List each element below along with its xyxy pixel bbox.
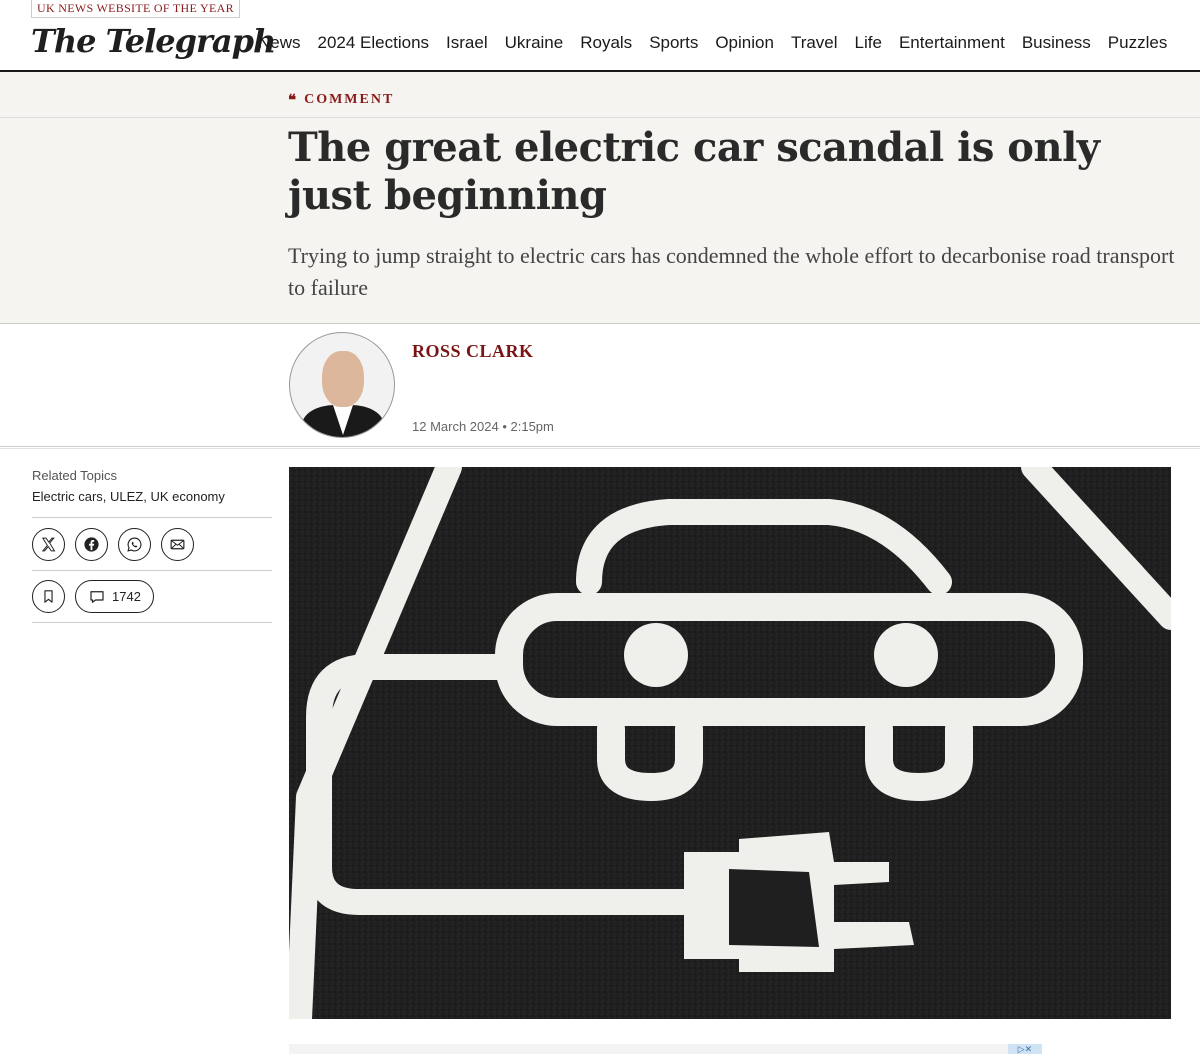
article-hero-image (289, 467, 1171, 1019)
divider (32, 570, 272, 571)
share-whatsapp-button[interactable] (118, 528, 151, 561)
avatar-face (322, 351, 364, 407)
article-headline: The great electric car scandal is only j… (288, 124, 1100, 219)
ev-parking-marking-image (289, 467, 1171, 1019)
share-x-button[interactable] (32, 528, 65, 561)
nav-item-business[interactable]: Business (1022, 33, 1091, 53)
ad-choices-icon[interactable]: ▷✕ (1008, 1044, 1042, 1054)
article-actions: 1742 (32, 580, 154, 613)
author-name[interactable]: ROSS CLARK (412, 341, 534, 362)
share-facebook-button[interactable] (75, 528, 108, 561)
quote-icon: ❝ (288, 91, 297, 109)
save-article-button[interactable] (32, 580, 65, 613)
site-header: UK NEWS WEBSITE OF THE YEAR The Telegrap… (0, 0, 1200, 72)
nav-item-israel[interactable]: Israel (446, 33, 488, 53)
divider (0, 446, 1200, 449)
nav-item-entertainment[interactable]: Entertainment (899, 33, 1005, 53)
site-logo[interactable]: The Telegraph (31, 22, 276, 60)
bookmark-icon (44, 590, 53, 603)
nav-item-news[interactable]: News (258, 33, 301, 53)
comments-button[interactable]: 1742 (75, 580, 154, 613)
nav-item-sports[interactable]: Sports (649, 33, 698, 53)
kicker-label: COMMENT (304, 92, 395, 107)
divider (32, 622, 272, 623)
share-email-button[interactable] (161, 528, 194, 561)
nav-item-puzzles[interactable]: Puzzles (1108, 33, 1168, 53)
article-standfirst: Trying to jump straight to electric cars… (288, 243, 1175, 300)
nav-item-travel[interactable]: Travel (791, 33, 838, 53)
email-icon (170, 539, 185, 550)
main-nav: News 2024 Elections Israel Ukraine Royal… (258, 33, 1167, 53)
divider (0, 323, 1200, 324)
nav-item-opinion[interactable]: Opinion (715, 33, 774, 53)
nav-item-life[interactable]: Life (855, 33, 882, 53)
divider (32, 517, 272, 518)
author-avatar[interactable] (289, 332, 395, 438)
related-topics-links[interactable]: Electric cars, ULEZ, UK economy (32, 489, 225, 504)
section-kicker[interactable]: ❝ COMMENT (288, 91, 394, 109)
comment-count: 1742 (112, 589, 141, 604)
publish-date: 12 March 2024 • 2:15pm (412, 419, 554, 434)
award-badge: UK NEWS WEBSITE OF THE YEAR (31, 0, 240, 18)
nav-item-elections[interactable]: 2024 Elections (318, 33, 430, 53)
nav-item-royals[interactable]: Royals (580, 33, 632, 53)
ad-slot (289, 1044, 1041, 1054)
facebook-icon (84, 537, 99, 552)
x-icon (41, 537, 56, 552)
related-topics-label: Related Topics (32, 468, 118, 483)
whatsapp-icon (127, 537, 142, 552)
divider (0, 117, 1200, 118)
nav-item-ukraine[interactable]: Ukraine (505, 33, 564, 53)
share-buttons (32, 528, 194, 561)
comment-icon (90, 590, 104, 603)
